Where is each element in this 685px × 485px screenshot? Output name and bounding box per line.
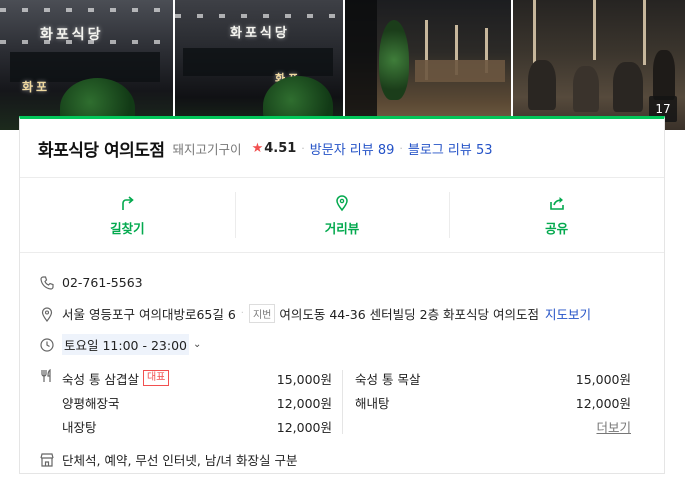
address-row: 서울 영등포구 여의대방로65길 6 · 지번 여의도동 44-36 센터빌딩 … xyxy=(38,298,664,329)
storefront-sign: 화포식당 xyxy=(40,27,104,43)
diner xyxy=(653,50,675,100)
road-address: 서울 영등포구 여의대방로65길 6 xyxy=(62,307,236,322)
lamp xyxy=(643,0,646,65)
rating-value: 4.51 xyxy=(264,140,297,156)
menu-item-price: 12,000원 xyxy=(276,395,332,411)
menu-item: 숙성 통 삼겹살 대표 15,000원 xyxy=(62,366,332,390)
map-view-link[interactable]: 지도보기 xyxy=(545,304,591,323)
menu-item-name: 숙성 통 삼겹살 xyxy=(62,371,139,387)
separator-dot: · xyxy=(240,308,244,319)
menu-more-link[interactable]: 더보기 xyxy=(596,417,631,436)
menu-item-price: 15,000원 xyxy=(276,371,332,387)
signature-badge: 대표 xyxy=(142,370,170,386)
menu-list: 숙성 통 삼겹살 대표 15,000원 양평해장국 12,000원 내장탕 12,… xyxy=(62,366,631,438)
separator-dot: · xyxy=(301,141,305,155)
share-icon xyxy=(549,196,564,210)
menu-item: 해내탕 12,000원 xyxy=(355,390,631,414)
share-label: 공유 xyxy=(545,220,569,236)
string-lights xyxy=(175,14,343,18)
lamp xyxy=(533,0,536,70)
neon-sign: 화포 xyxy=(22,80,51,94)
directions-label: 길찾기 xyxy=(110,220,145,236)
diner xyxy=(528,60,556,110)
phone-number[interactable]: 02-761-5563 xyxy=(62,275,143,290)
street-view-icon xyxy=(336,194,348,211)
chevron-down-icon[interactable]: ⌄ xyxy=(193,339,201,350)
diner xyxy=(573,66,599,112)
menu-item: 숙성 통 목살 15,000원 xyxy=(355,366,631,390)
blog-review-link[interactable]: 블로그 리뷰 53 xyxy=(408,139,493,158)
menu-item-name: 양평해장국 xyxy=(62,395,120,411)
phone-icon xyxy=(38,274,56,292)
directions-icon xyxy=(122,195,135,210)
menu-item-name: 숙성 통 목살 xyxy=(355,371,421,387)
visitor-review-link[interactable]: 방문자 리뷰 89 xyxy=(310,139,395,158)
pillar xyxy=(345,0,377,130)
diner xyxy=(613,62,643,112)
action-bar: 길찾기 거리뷰 공유 xyxy=(20,178,664,253)
place-category: 돼지고기구이 xyxy=(172,141,242,157)
title-row: 화포식당 여의도점 돼지고기구이 ★ 4.51 · 방문자 리뷰 89 · 블로… xyxy=(20,119,664,178)
plant xyxy=(379,20,409,100)
menu-item-price: 15,000원 xyxy=(575,371,631,387)
store-icon xyxy=(38,451,56,469)
menu-item-price: 12,000원 xyxy=(575,395,631,411)
facilities-row: 단체석, 예약, 무선 인터넷, 남/녀 화장실 구분 xyxy=(38,444,664,475)
menu-column-left: 숙성 통 삼겹살 대표 15,000원 양평해장국 12,000원 내장탕 12,… xyxy=(62,366,332,438)
phone-row: 02-761-5563 xyxy=(38,267,664,298)
photo-storefront-2[interactable]: 화포식당 화포 xyxy=(175,0,343,130)
photo-storefront-1[interactable]: 화포식당 화포 xyxy=(0,0,173,130)
share-button[interactable]: 공유 xyxy=(449,178,664,252)
star-icon: ★ xyxy=(251,140,264,156)
facilities-text: 단체석, 예약, 무선 인터넷, 남/녀 화장실 구분 xyxy=(62,453,298,468)
utensils-icon xyxy=(38,367,56,385)
clock-icon xyxy=(38,336,56,354)
menu-row: 숙성 통 삼겹살 대표 15,000원 양평해장국 12,000원 내장탕 12,… xyxy=(38,364,664,438)
jibeon-address: 여의도동 44-36 센터빌딩 2층 화포식당 여의도점 xyxy=(279,307,540,322)
photo-interior-1[interactable] xyxy=(345,0,511,130)
window xyxy=(183,48,333,76)
menu-item: 양평해장국 12,000원 xyxy=(62,390,332,414)
info-section: 02-761-5563 서울 영등포구 여의대방로65길 6 · 지번 여의도동… xyxy=(20,253,664,475)
street-view-label: 거리뷰 xyxy=(324,220,360,236)
menu-more-row: 더보기 xyxy=(355,414,631,438)
hours-row: 토요일 11:00 - 23:00 ⌄ xyxy=(38,329,664,360)
menu-item-price: 12,000원 xyxy=(276,419,332,435)
tables xyxy=(415,60,505,82)
menu-column-right: 숙성 통 목살 15,000원 해내탕 12,000원 더보기 xyxy=(355,366,631,438)
storefront-sign: 화포식당 xyxy=(230,26,290,41)
menu-item-name: 내장탕 xyxy=(62,419,97,435)
place-card: 화포식당 여의도점 돼지고기구이 ★ 4.51 · 방문자 리뷰 89 · 블로… xyxy=(19,116,665,474)
lamp xyxy=(593,0,596,60)
photo-strip: 화포식당 화포 화포식당 화포 17 xyxy=(0,0,685,130)
street-view-button[interactable]: 거리뷰 xyxy=(234,178,450,252)
location-pin-icon xyxy=(38,305,56,323)
menu-item: 내장탕 12,000원 xyxy=(62,414,332,438)
directions-button[interactable]: 길찾기 xyxy=(20,178,235,252)
place-name: 화포식당 여의도점 xyxy=(38,140,165,161)
string-lights xyxy=(0,8,173,12)
separator-dot: · xyxy=(399,141,403,155)
business-hours[interactable]: 토요일 11:00 - 23:00 xyxy=(62,334,189,355)
photo-interior-2[interactable]: 17 xyxy=(513,0,685,130)
menu-divider xyxy=(342,370,343,434)
jibeon-tag: 지번 xyxy=(248,304,276,323)
menu-item-name: 해내탕 xyxy=(355,395,390,411)
